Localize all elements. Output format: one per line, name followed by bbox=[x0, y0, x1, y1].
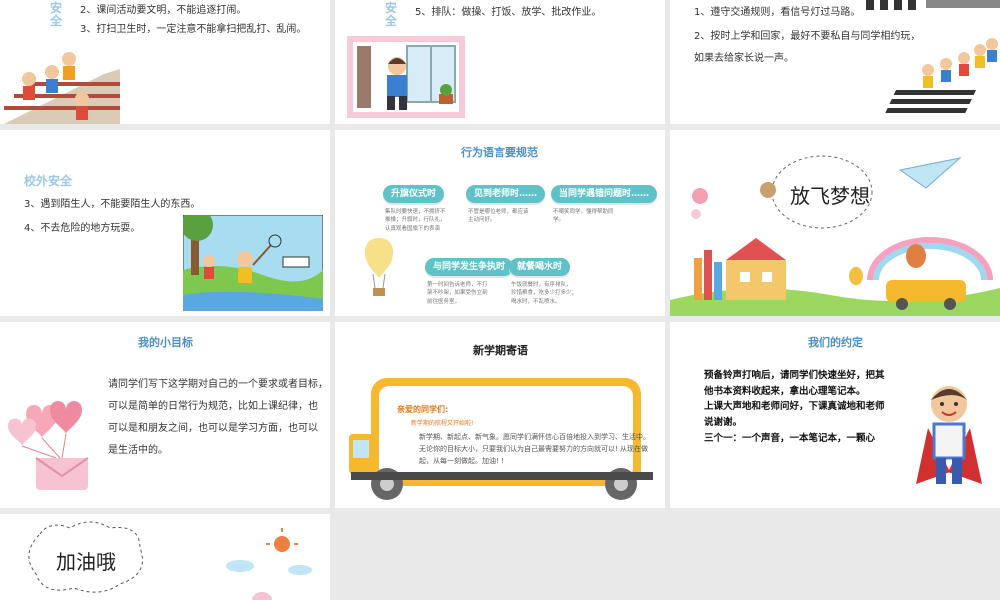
pill-desc: 不管是哪位老师，都应该 主动问好。 bbox=[468, 208, 529, 225]
text-line: 2、课间活动要文明，不能追逐打闹。 bbox=[80, 5, 247, 16]
pill-dispute: 与同学发生争执时 bbox=[425, 258, 514, 276]
text-line: 如果去给家长说一声。 bbox=[694, 53, 794, 64]
dream-scene-illustration bbox=[670, 155, 1000, 316]
text-line: 预备铃声打响后，请同学们快速坐好，把其 bbox=[704, 370, 885, 381]
pill-desc: 午饭就餐时，有序排队， 珍惜粮食，吃多少打多少； 喝水时，不乱喷水。 bbox=[511, 281, 577, 306]
desc-line: 不嘲笑同学，懂得帮助同 bbox=[553, 209, 614, 215]
desc-line: 架不吵架，如果受伤立刻 bbox=[427, 290, 488, 297]
text-line: 无论你的目标大小，只要我们认为自己最需要努力的方向就可以! 从现在做 bbox=[419, 444, 649, 453]
pill-meet-teacher: 见到老师时…… bbox=[466, 185, 546, 203]
letter-greeting: 亲爱的同学们: bbox=[397, 405, 449, 414]
text-line: 上课大声地和老师问好，下课真诚地和老师 bbox=[704, 401, 885, 413]
cheer-scene-illustration bbox=[28, 521, 312, 600]
pill-desc: 第一时间告诉老师，不打 架不吵架，如果受伤立刻 前往医务室。 bbox=[427, 281, 488, 306]
text-line: 可以是和朋友之间，也可以是学习方面，也可以 bbox=[108, 423, 318, 434]
text-line: 4、不去危险的地方玩耍。 bbox=[24, 223, 141, 234]
slide-thumbnail-2[interactable]: 安全 5、排队：做操、打饭、放学、批改作业。 bbox=[335, 0, 665, 124]
boy-superhero-illustration bbox=[916, 386, 982, 484]
pill-classmate-mistake: 当同学遇错问题时…… bbox=[551, 185, 658, 203]
desc-line: 前往医务室。 bbox=[427, 298, 461, 305]
text-line: 请同学们写下这学期对自己的一个要求或者目标， bbox=[108, 379, 328, 390]
desc-line: 第一时间告诉老师，不打 bbox=[427, 282, 488, 288]
text-line: 起，从每一刻做起。加油! ! bbox=[419, 456, 504, 465]
slide-title: 安全 bbox=[385, 1, 398, 29]
goal-text: 请同学们写下这学期对自己的一个要求或者目标， 可以是简单的日常行为规范，比如上课… bbox=[108, 374, 328, 462]
text-line: 是生活中的。 bbox=[108, 445, 168, 456]
crosswalk-kids-illustration bbox=[866, 0, 1000, 113]
slide-thumbnail-8[interactable]: 新学期寄语 亲爱的同学们: 新学期的航程又开始啦! 新学期、新起点、新气象。愿同… bbox=[335, 322, 665, 508]
slide-title: 校外安全 bbox=[24, 174, 73, 188]
text-line: 说谢谢。 bbox=[704, 417, 743, 429]
text-line: 3、遇到陌生人，不能要陌生人的东西。 bbox=[24, 199, 201, 210]
river-kids-illustration bbox=[183, 215, 323, 311]
text-line: 1、遵守交通规则，看信号灯过马路。 bbox=[694, 7, 861, 18]
balloon-basket-icon bbox=[364, 238, 394, 296]
text-line: 5、排队：做操、打饭、放学、批改作业。 bbox=[415, 7, 602, 18]
slide-thumbnail-6[interactable]: 放飞梦想 bbox=[670, 130, 1000, 316]
pill-desc: 不嘲笑同学，懂得帮助同 学。 bbox=[553, 208, 614, 225]
slide-title: 我们的约定 bbox=[808, 336, 863, 349]
pill-desc: 集队时要快速，不拥挤不 推搡；升旗时，行队礼， 认真观看国旗下的表演 bbox=[385, 208, 446, 233]
slide-thumbnail-3[interactable]: 1、遵守交通规则，看信号灯过马路。 2、按时上学和回家，最好不要私自与同学相约玩… bbox=[670, 0, 1000, 124]
desc-line: 主动问好。 bbox=[468, 217, 496, 224]
slide-thumbnail-9[interactable]: 我们的约定 预备铃声打响后，请同学们快速坐好，把其 他书本资料收起来，拿出心理笔… bbox=[670, 322, 1000, 508]
text-line: 可以是简单的日常行为规范，比如上课纪律，也 bbox=[108, 401, 318, 412]
desc-line: 珍惜粮食，吃多少打多少； bbox=[511, 290, 578, 297]
promise-text: 预备铃声打响后，请同学们快速坐好，把其 他书本资料收起来，拿出心理笔记本。 上课… bbox=[704, 368, 885, 446]
desc-line: 集队时要快速，不拥挤不 bbox=[385, 209, 446, 215]
text-line: 他书本资料收起来，拿出心理笔记本。 bbox=[704, 385, 866, 397]
kids-stairs-illustration bbox=[4, 52, 120, 124]
desc-line: 午饭就餐时，有序排队， bbox=[511, 282, 572, 288]
slide-thumbnail-1[interactable]: 安全 2、课间活动要文明，不能追逐打闹。 3、打扫卫生时，一定注意不能拿扫把乱打… bbox=[0, 0, 330, 124]
text-line: 3、打扫卫生时，一定注意不能拿扫把乱打、乱闹。 bbox=[80, 24, 307, 35]
letter-subtitle: 新学期的航程又开始啦! bbox=[411, 420, 474, 427]
pill-dining: 就餐喝水时 bbox=[509, 258, 571, 276]
pill-flag-ceremony: 升旗仪式时 bbox=[383, 185, 445, 203]
slide-thumbnail-10[interactable]: 加油哦 bbox=[0, 514, 330, 600]
slide-title: 行为语言要规范 bbox=[461, 146, 538, 159]
desc-line: 不管是哪位老师，都应该 bbox=[468, 209, 529, 215]
slide-title: 安全 bbox=[50, 1, 63, 29]
slide-title: 加油哦 bbox=[56, 550, 116, 574]
desc-line: 学。 bbox=[553, 217, 565, 224]
slide-grid: 安全 2、课间活动要文明，不能追逐打闹。 3、打扫卫生时，一定注意不能拿扫把乱打… bbox=[0, 0, 1000, 600]
slide-thumbnail-4[interactable]: 校外安全 3、遇到陌生人，不能要陌生人的东西。 4、不去危险的地方玩耍。 bbox=[0, 130, 330, 316]
letter-body: 新学期、新起点、新气象。愿同学们满怀信心百倍地投入到学习、生活中。 无论你的目标… bbox=[419, 432, 650, 468]
heart-balloons-envelope-icon bbox=[8, 401, 89, 490]
slide-thumbnail-5[interactable]: 行为语言要规范 升旗仪式时 集队时要快速，不拥挤不 推搡；升旗时，行队礼， 认真… bbox=[335, 130, 665, 316]
slide-thumbnail-7[interactable]: 我的小目标 请同学们写下这学期对自己的一个要求或者目标， 可以是简单的日常行为规… bbox=[0, 322, 330, 508]
desc-line: 推搡；升旗时，行队礼， bbox=[385, 217, 446, 224]
desc-line: 认真观看国旗下的表演 bbox=[385, 225, 441, 232]
text-line: 三个一：一个声音，一本笔记本，一颗心 bbox=[704, 432, 876, 444]
window-boy-illustration bbox=[347, 36, 465, 118]
slide-title: 放飞梦想 bbox=[790, 184, 870, 208]
slide-title: 我的小目标 bbox=[138, 336, 193, 349]
slide-title: 新学期寄语 bbox=[473, 344, 528, 357]
text-line: 新学期、新起点、新气象。愿同学们满怀信心百倍地投入到学习、生活中。 bbox=[419, 433, 650, 441]
desc-line: 喝水时，不乱喷水。 bbox=[511, 298, 561, 305]
